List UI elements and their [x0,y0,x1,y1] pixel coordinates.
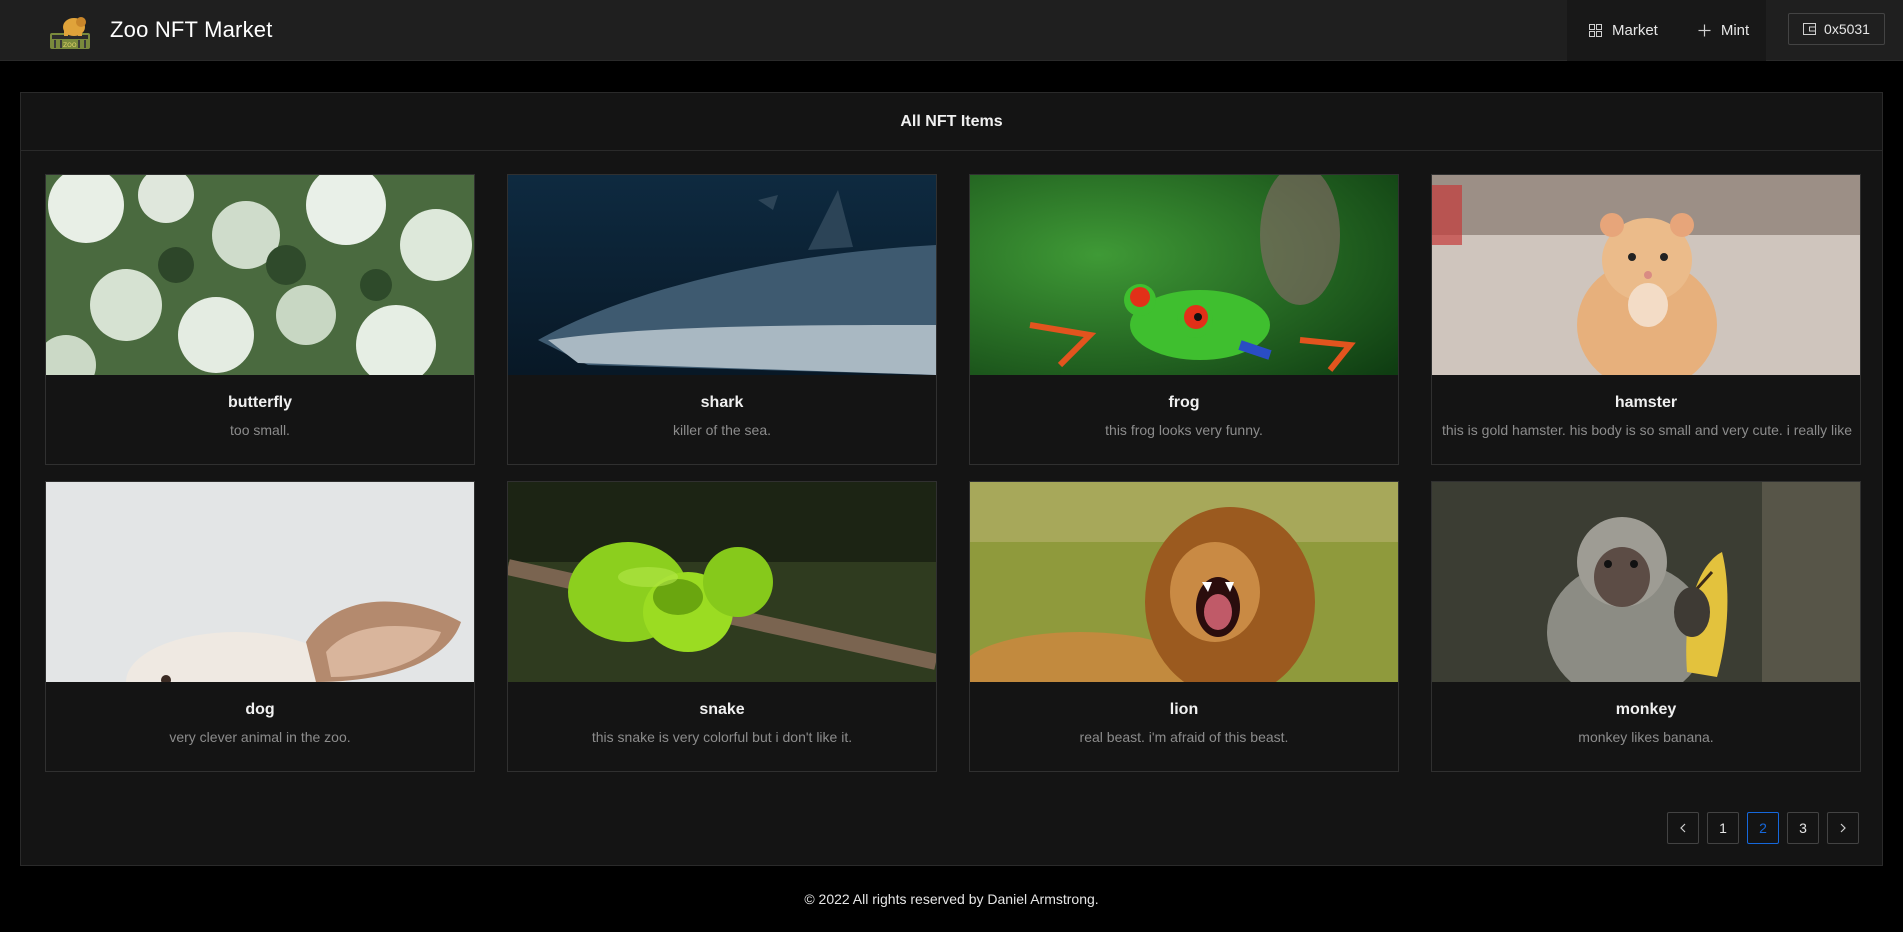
panel-title: All NFT Items [21,93,1882,151]
page-button-1[interactable]: 1 [1707,812,1739,844]
page-button-3[interactable]: 3 [1787,812,1819,844]
wallet-icon [1803,23,1817,35]
nft-image-snake [508,482,936,682]
nft-description: very clever animal in the zoo. [169,729,351,745]
pagination: 1 2 3 [1667,812,1859,844]
plus-icon [1698,24,1711,37]
chevron-right-icon [1840,823,1846,833]
nav-item-label: Mint [1720,22,1750,39]
grid-icon [1589,24,1602,37]
nft-description: monkey likes banana. [1578,729,1714,745]
nft-items-panel: All NFT Items butterfly too small. shark… [20,92,1883,866]
nft-image-dog [46,482,474,682]
nft-image-monkey [1432,482,1860,682]
nft-card[interactable]: frog this frog looks very funny. [969,174,1399,465]
nav-item-mint[interactable]: Mint [1698,0,1749,61]
nft-description: killer of the sea. [672,422,772,438]
nft-title: monkey [1615,701,1677,718]
brand-title[interactable]: Zoo NFT Market [110,17,273,43]
wallet-button[interactable]: 0x5031 [1788,13,1885,45]
nft-card[interactable]: shark killer of the sea. [507,174,937,465]
nft-card[interactable]: snake this snake is very colorful but i … [507,481,937,772]
nav-item-label: Market [1612,22,1658,39]
nav-item-market[interactable]: Market [1589,0,1658,61]
nft-title: dog [245,701,275,718]
nft-card[interactable]: hamster this is gold hamster. his body i… [1431,174,1861,465]
nft-title: lion [1169,701,1199,718]
nft-image-lion [970,482,1398,682]
top-header: ZOO Zoo NFT Market Market Mint 0x5031 [0,0,1903,61]
next-page-button[interactable] [1827,812,1859,844]
nft-card[interactable]: lion real beast. i'm afraid of this beas… [969,481,1399,772]
svg-text:ZOO: ZOO [63,42,77,49]
page-button-2[interactable]: 2 [1747,812,1779,844]
chevron-left-icon [1680,823,1686,833]
nft-image-frog [970,175,1398,375]
nft-title: shark [700,394,744,411]
nft-title: hamster [1614,394,1678,411]
nft-image-hamster [1432,175,1860,375]
nft-description: this is gold hamster. his body is so sma… [1442,422,1853,438]
nft-description: real beast. i'm afraid of this beast. [1079,729,1289,745]
nft-card[interactable]: dog very clever animal in the zoo. [45,481,475,772]
nft-title: frog [1168,394,1200,411]
footer-copyright: © 2022 All rights reserved by Daniel Arm… [0,866,1903,932]
nft-title: butterfly [228,394,292,411]
nft-image-shark [508,175,936,375]
nft-title: snake [699,701,745,718]
nft-card[interactable]: butterfly too small. [45,174,475,465]
wallet-address: 0x5031 [1824,21,1870,37]
nft-image-butterfly [46,175,474,375]
nft-card[interactable]: monkey monkey likes banana. [1431,481,1861,772]
zoo-lion-logo-icon[interactable]: ZOO [48,13,92,51]
main-nav: Market Mint [1567,0,1766,61]
nft-description: this snake is very colorful but i don't … [591,729,853,745]
nft-description: this frog looks very funny. [1105,422,1263,438]
nft-description: too small. [230,422,290,438]
nft-grid: butterfly too small. shark killer of the… [45,174,1861,772]
prev-page-button[interactable] [1667,812,1699,844]
